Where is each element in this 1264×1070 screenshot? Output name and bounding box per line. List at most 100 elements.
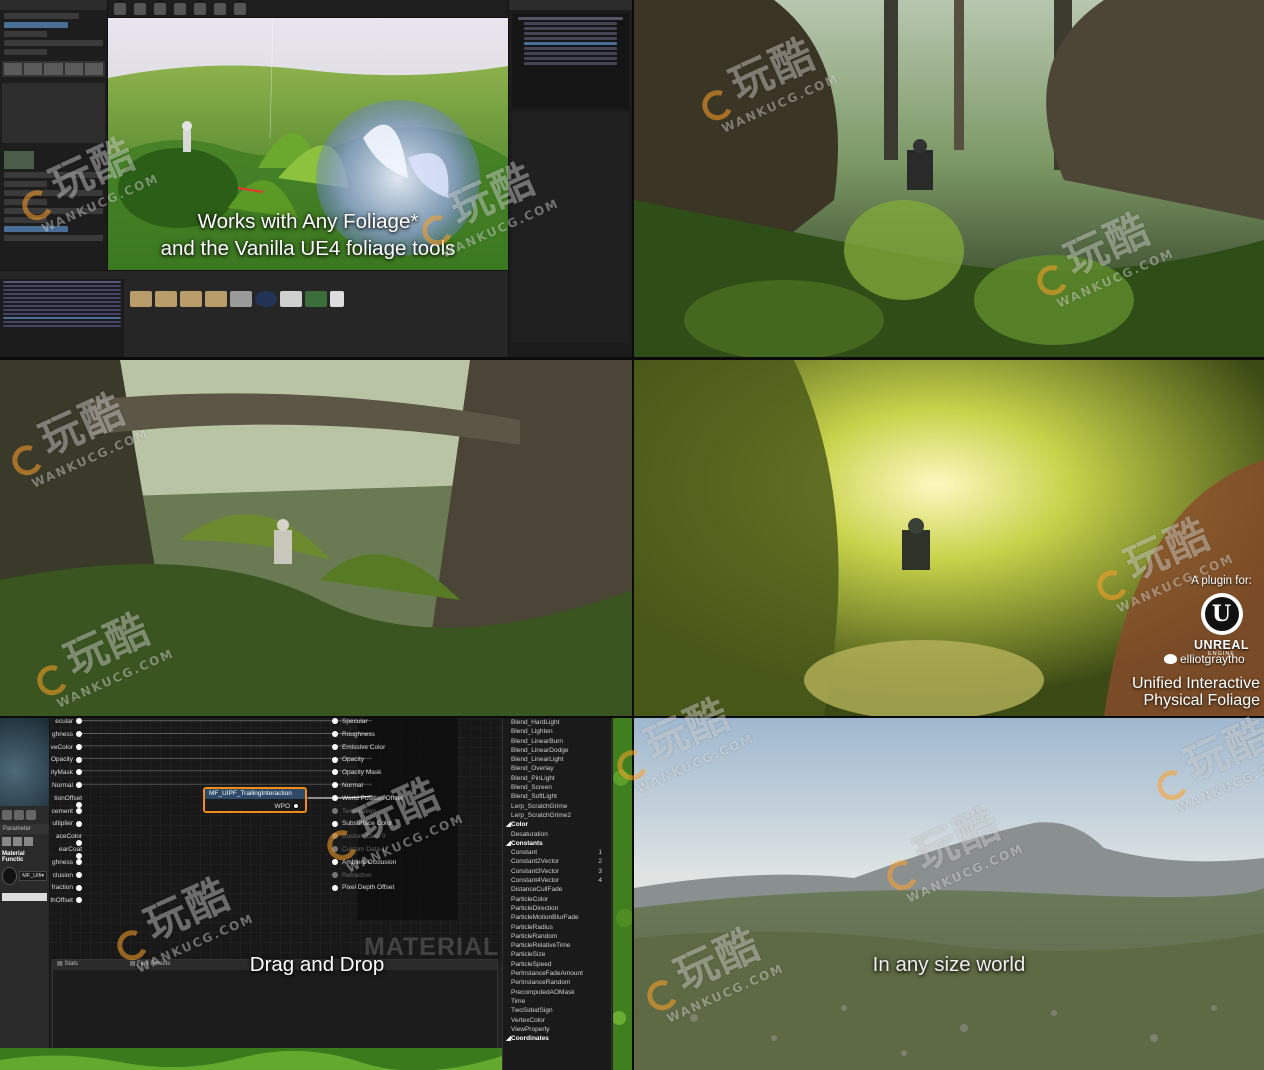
- output-pin[interactable]: Subsurface Color: [332, 820, 392, 827]
- sphere-icon[interactable]: [2, 810, 12, 820]
- input-pin[interactable]: ghness: [50, 859, 82, 866]
- output-pin[interactable]: Custom Data 0: [332, 833, 385, 840]
- input-pin[interactable]: thOffset: [50, 897, 82, 904]
- input-pin[interactable]: veColor: [50, 744, 82, 751]
- palette-item[interactable]: Constant3Vector 3: [503, 867, 611, 876]
- input-pin[interactable]: Normal: [50, 782, 82, 789]
- level-viewport[interactable]: Works with Any Foliage* and the Vanilla …: [108, 18, 508, 270]
- output-pin[interactable]: Specular: [332, 718, 368, 725]
- material-thumbnail[interactable]: [255, 291, 277, 307]
- material-function-label: Material Functic: [2, 851, 25, 863]
- output-pin[interactable]: Opacity: [332, 756, 364, 763]
- palette-item[interactable]: ParticleMotionBlurFade: [503, 913, 611, 922]
- palette-item[interactable]: ParticleRandom: [503, 932, 611, 941]
- palette-category[interactable]: ◢Coordinates: [503, 1034, 611, 1043]
- output-pin[interactable]: Opacity Mask: [332, 769, 381, 776]
- palette-item[interactable]: Blend_Lighten: [503, 727, 611, 736]
- input-pin[interactable]: Opacity: [50, 756, 82, 763]
- input-pin[interactable]: clusion: [50, 872, 82, 879]
- toolbar-button[interactable]: [134, 3, 146, 15]
- asset-thumbnail[interactable]: [230, 291, 252, 307]
- output-pin[interactable]: Emissive Color: [332, 744, 385, 751]
- palette-item[interactable]: ViewProperty: [503, 1025, 611, 1034]
- palette-item[interactable]: Blend_PinLight: [503, 774, 611, 783]
- folder-icon[interactable]: [180, 291, 202, 307]
- function-node-output[interactable]: WPO: [274, 803, 299, 810]
- cube-icon[interactable]: [14, 810, 24, 820]
- function-thumbnail: [2, 867, 18, 885]
- palette-item[interactable]: Blend_LinearLight: [503, 755, 611, 764]
- node-graph-grid[interactable]: [50, 718, 502, 963]
- palette-item[interactable]: ParticleSize: [503, 950, 611, 959]
- branding-block: A plugin for: U UNREAL ENGINE: [1179, 575, 1264, 657]
- palette-item[interactable]: Constant 1: [503, 848, 611, 857]
- output-pin[interactable]: Roughness: [332, 731, 375, 738]
- input-pin[interactable]: ecular: [50, 718, 82, 725]
- palette-item[interactable]: ParticleSpeed: [503, 960, 611, 969]
- toolbar-button[interactable]: [214, 3, 226, 15]
- palette-item[interactable]: ParticleRelativeTime: [503, 941, 611, 950]
- input-pin[interactable]: fraction: [50, 884, 82, 891]
- output-pin[interactable]: Ambient Occlusion: [332, 859, 396, 866]
- folder-icon[interactable]: [205, 291, 227, 307]
- toolbar-button[interactable]: [114, 3, 126, 15]
- palette-item[interactable]: Desaturation: [503, 830, 611, 839]
- palette-item[interactable]: Lerp_ScratchGrime: [503, 802, 611, 811]
- plane-icon[interactable]: [26, 810, 36, 820]
- twitter-handle-row: elliotgraytho: [1164, 652, 1261, 668]
- search-icon[interactable]: [2, 837, 11, 846]
- palette-item[interactable]: Blend_LinearDodge: [503, 746, 611, 755]
- toolbar-button[interactable]: [154, 3, 166, 15]
- function-dropdown[interactable]: MF_Ulfi▾: [19, 871, 47, 881]
- input-pin[interactable]: ityMask: [50, 769, 82, 776]
- parameter-tab[interactable]: Parameter: [0, 824, 49, 834]
- output-pin[interactable]: World Position Offset: [332, 795, 403, 802]
- palette-category[interactable]: ◢Constants: [503, 839, 611, 848]
- palette-item[interactable]: TwoSidedSign: [503, 1006, 611, 1015]
- asset-thumbnail[interactable]: [305, 291, 327, 307]
- palette-item[interactable]: Blend_Overlay: [503, 764, 611, 773]
- input-pin[interactable]: cement: [50, 808, 82, 815]
- palette-item[interactable]: ParticleDirection: [503, 904, 611, 913]
- asset-thumbnail[interactable]: [280, 291, 302, 307]
- palette-item[interactable]: Blend_SoftLight: [503, 792, 611, 801]
- forest-motion-shot: [634, 0, 1264, 357]
- function-node[interactable]: MF_UIPF_TrailingInteraction WPO: [203, 787, 307, 813]
- tab-find-results[interactable]: ▤ Find Results: [130, 961, 171, 967]
- palette-item[interactable]: ParticleRadius: [503, 923, 611, 932]
- input-pin[interactable]: ghness: [50, 731, 82, 738]
- palette-item[interactable]: Blend_LinearBurn: [503, 737, 611, 746]
- palette-item[interactable]: PerInstanceFadeAmount: [503, 969, 611, 978]
- tab-stats[interactable]: ▤ Stats: [57, 961, 78, 967]
- folder-icon[interactable]: [130, 291, 152, 307]
- palette-item[interactable]: Constant4Vector 4: [503, 876, 611, 885]
- input-pin[interactable]: ultiplier: [50, 820, 82, 827]
- palette-item[interactable]: Blend_Screen: [503, 783, 611, 792]
- output-pin[interactable]: Normal: [332, 782, 363, 789]
- palette-list: Blend_HardLight Blend_Lighten Blend_Linear…: [502, 718, 612, 1070]
- palette-item[interactable]: PerInstanceRandom: [503, 978, 611, 987]
- palette-item[interactable]: DistanceCullFade: [503, 885, 611, 894]
- palette-item[interactable]: ParticleColor: [503, 895, 611, 904]
- palette-item[interactable]: Time: [503, 997, 611, 1006]
- list-icon[interactable]: [13, 837, 22, 846]
- asset-thumbnail[interactable]: [330, 291, 344, 307]
- palette-item[interactable]: PrecomputedAOMask: [503, 988, 611, 997]
- output-pin[interactable]: Pixel Depth Offset: [332, 884, 394, 891]
- folder-icon[interactable]: [155, 291, 177, 307]
- palette-item[interactable]: Blend_HardLight: [503, 718, 611, 727]
- output-pin[interactable]: Refraction: [332, 872, 372, 879]
- play-icon[interactable]: [234, 3, 246, 15]
- output-pin[interactable]: Custom Data 1: [332, 846, 385, 853]
- palette-item[interactable]: VertexColor: [503, 1016, 611, 1025]
- output-pin[interactable]: Tessellation: [332, 808, 376, 815]
- toolbar-button[interactable]: [174, 3, 186, 15]
- toolbar-button[interactable]: [194, 3, 206, 15]
- open-world-landscape: In any size world: [634, 718, 1264, 1070]
- palette-category[interactable]: ◢Color: [503, 820, 611, 829]
- palette-item[interactable]: Lerp_ScratchGrime2: [503, 811, 611, 820]
- value-field[interactable]: [2, 893, 47, 901]
- editor-foliage-panel: Works with Any Foliage* and the Vanilla …: [0, 0, 632, 357]
- palette-item[interactable]: Constant2Vector 2: [503, 857, 611, 866]
- eye-icon[interactable]: [24, 837, 33, 846]
